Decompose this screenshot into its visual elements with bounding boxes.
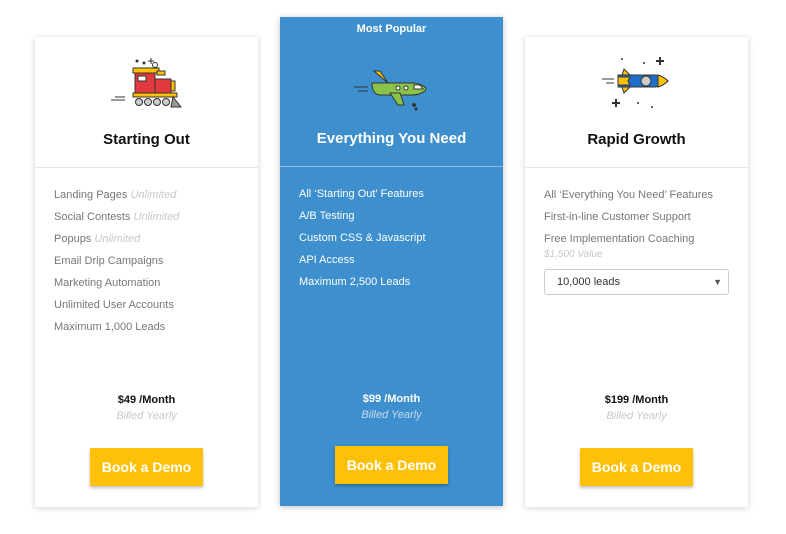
value-note: $1,500 Value (544, 249, 603, 260)
feature-item: Popups Unlimited (54, 233, 141, 245)
divider (525, 167, 748, 168)
feature-list: All ‘Everything You Need’ Features First… (544, 188, 729, 264)
train-icon (110, 58, 182, 108)
price: $199 /Month (604, 394, 669, 406)
feature-item: Maximum 2,500 Leads (299, 276, 411, 288)
feature-item: Maximum 1,000 Leads (54, 321, 166, 333)
plan-card-everything-you-need: Most Popular Everything You Need All ‘St… (280, 17, 503, 506)
plan-card-starting-out: Starting Out Landing Pages Unlimited Soc… (35, 37, 258, 507)
feature-item: Social Contests Unlimited (54, 211, 180, 223)
plan-card-rapid-growth: Rapid Growth All ‘Everything You Need’ F… (525, 37, 748, 507)
feature-list: All ‘Starting Out’ Features A/B Testing … (299, 187, 484, 297)
book-demo-button[interactable]: Book a Demo (580, 448, 693, 486)
billing-note: Billed Yearly (116, 410, 177, 422)
book-demo-button[interactable]: Book a Demo (90, 448, 203, 486)
feature-item: A/B Testing (299, 210, 355, 222)
chevron-down-icon: ▼ (713, 277, 722, 287)
feature-item: Free Implementation Coaching $1,500 Value (544, 232, 729, 264)
feature-item: Marketing Automation (54, 277, 161, 289)
rocket-icon (601, 57, 669, 108)
divider (35, 167, 258, 168)
feature-item: All ‘Everything You Need’ Features (544, 189, 713, 201)
feature-list: Landing Pages Unlimited Social Contests … (54, 188, 239, 342)
divider (280, 166, 503, 167)
price: $99 /Month (362, 393, 421, 405)
plan-title: Everything You Need (316, 130, 467, 147)
feature-item: Custom CSS & Javascript (299, 232, 426, 244)
airplane-icon (353, 70, 427, 111)
feature-item: First-in-line Customer Support (544, 211, 691, 223)
plan-title: Starting Out (103, 131, 190, 148)
plan-title: Rapid Growth (587, 131, 686, 148)
feature-item: Landing Pages Unlimited (54, 189, 177, 201)
billing-note: Billed Yearly (606, 410, 667, 422)
price: $49 /Month (117, 394, 176, 406)
feature-item: All ‘Starting Out’ Features (299, 188, 424, 200)
feature-item: Email Drip Campaigns (54, 255, 164, 267)
most-popular-badge: Most Popular (356, 23, 427, 35)
feature-item: API Access (299, 254, 355, 266)
leads-select[interactable]: 10,000 leads ▼ (544, 269, 729, 295)
book-demo-button[interactable]: Book a Demo (335, 446, 448, 484)
feature-item: Unlimited User Accounts (54, 299, 174, 311)
billing-note: Billed Yearly (361, 409, 422, 421)
